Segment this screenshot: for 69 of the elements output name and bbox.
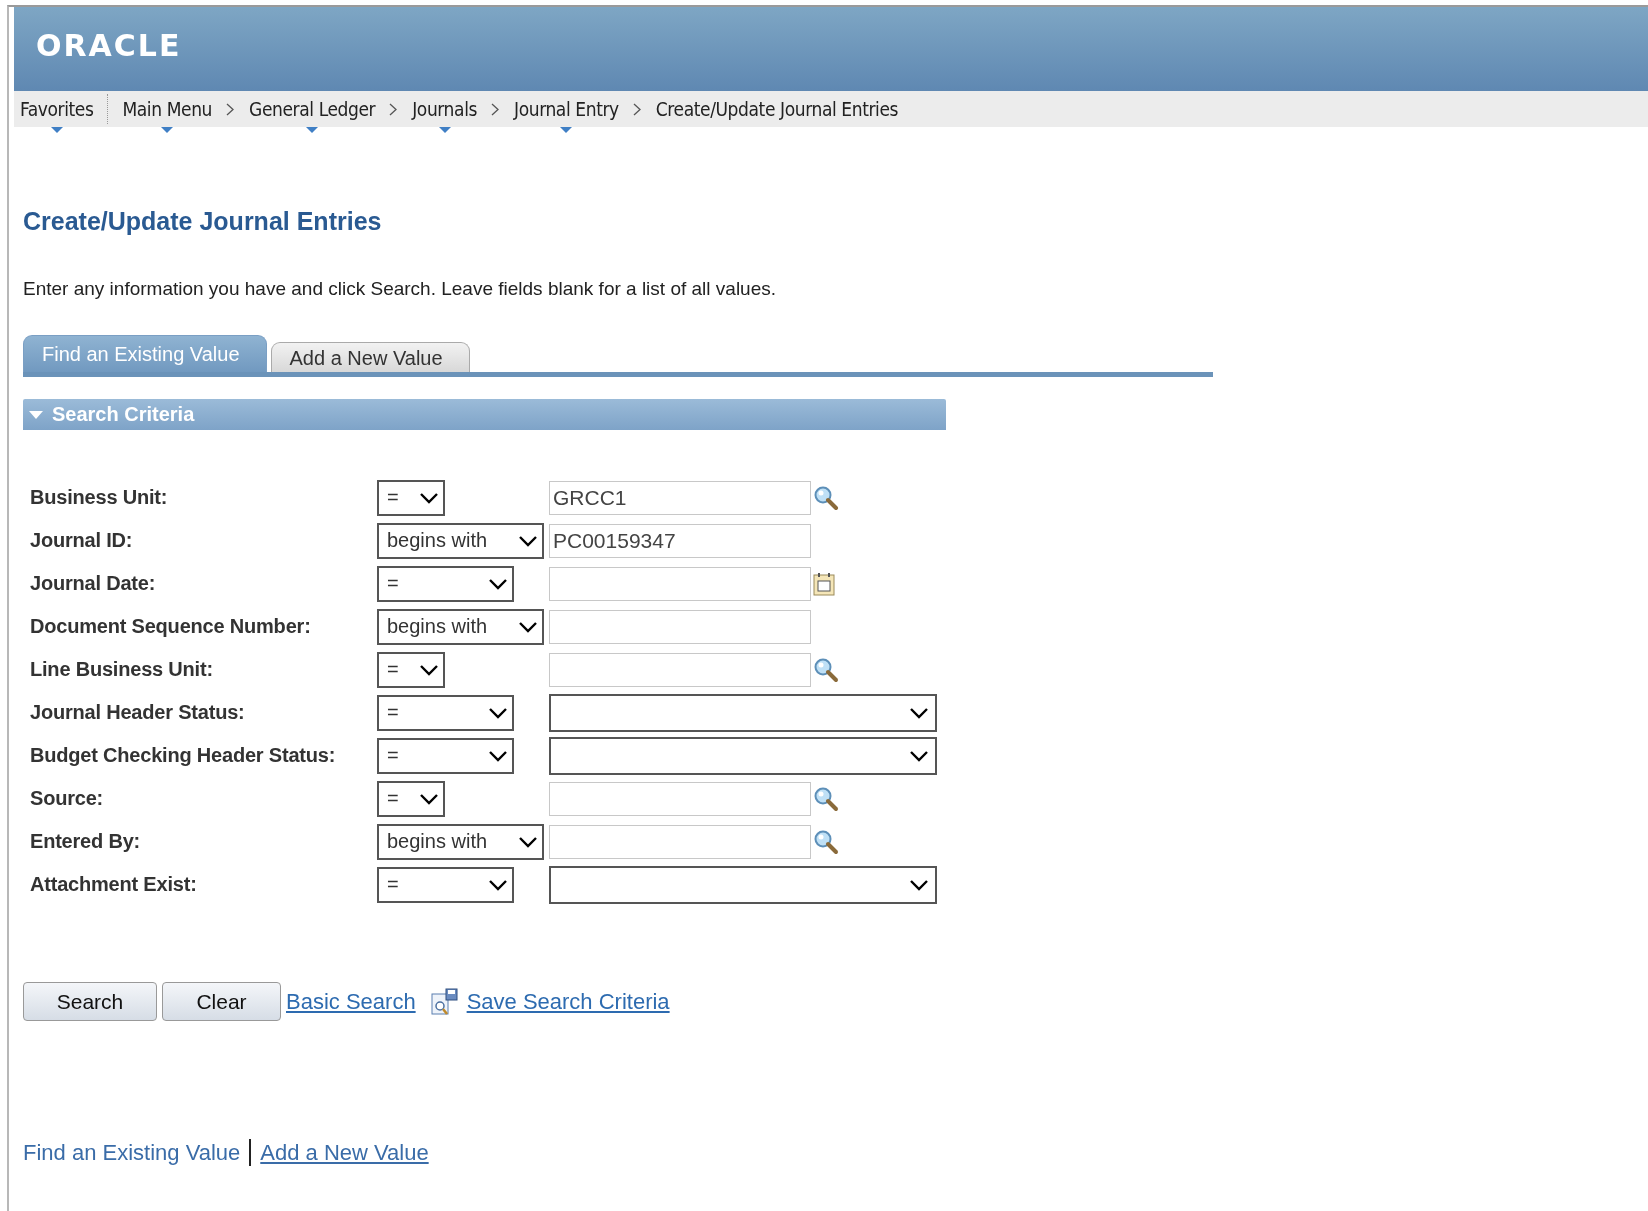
field-label: Attachment Exist:	[30, 873, 197, 896]
caret-icon	[419, 491, 439, 504]
operator-dropdown[interactable]: =	[377, 780, 445, 817]
page-title: Create/Update Journal Entries	[23, 207, 383, 236]
operator-dropdown[interactable]: begins with	[377, 823, 544, 860]
field-label: Business Unit:	[30, 486, 168, 509]
value-dropdown[interactable]	[549, 693, 937, 732]
input-field[interactable]: PC00159347	[549, 523, 811, 558]
caret-icon	[419, 663, 439, 676]
caret-icon	[488, 706, 508, 719]
breadcrumb-link[interactable]: Favorites	[20, 97, 94, 121]
search-icon[interactable]	[813, 656, 839, 683]
breadcrumb-link[interactable]: General Ledger	[249, 97, 376, 121]
breadcrumb-link[interactable]: Journal Entry	[514, 97, 619, 121]
tab[interactable]: Add a New Value	[270, 342, 470, 372]
input-field[interactable]	[549, 781, 811, 816]
breadcrumb-link[interactable]: Create/Update Journal Entries	[655, 97, 899, 121]
caret-icon	[518, 620, 538, 633]
input-field[interactable]	[549, 652, 811, 687]
chevron-icon	[389, 102, 399, 116]
value-dropdown[interactable]	[549, 736, 937, 775]
field-label: Document Sequence Number:	[30, 615, 311, 638]
search-icon[interactable]	[813, 828, 839, 855]
caret-icon	[909, 878, 929, 891]
operator-dropdown[interactable]: =	[377, 565, 514, 602]
operator-dropdown[interactable]: =	[377, 651, 445, 688]
action-button[interactable]: Search	[23, 982, 157, 1021]
calendar-icon[interactable]	[813, 571, 835, 596]
instructions-text: Enter any information you have and click Search. Leave fields blank for a list of all values.	[23, 278, 777, 300]
oracle-logo: ORACLE	[36, 27, 182, 63]
link[interactable]: Save Search Criteria	[466, 988, 670, 1015]
chevron-icon	[632, 102, 642, 116]
caret-icon	[488, 749, 508, 762]
field-label: Source:	[30, 787, 104, 810]
caret-icon	[488, 577, 508, 590]
field-label: Journal Header Status:	[30, 701, 245, 724]
value-dropdown[interactable]	[549, 865, 937, 904]
link[interactable]: Basic Search	[286, 988, 416, 1015]
field-label: Journal ID:	[30, 529, 133, 552]
add-value-link[interactable]: Add a New Value	[260, 1139, 429, 1166]
operator-dropdown[interactable]: =	[377, 737, 514, 774]
search-icon[interactable]	[813, 484, 839, 511]
caret-icon	[488, 878, 508, 891]
field-label: Entered By:	[30, 830, 141, 853]
operator-dropdown[interactable]: =	[377, 479, 445, 516]
field-label: Line Business Unit:	[30, 658, 213, 681]
chevron-icon	[491, 102, 500, 116]
breadcrumb-link[interactable]: Main Menu	[122, 97, 213, 121]
collapse-icon	[29, 410, 43, 419]
caret-icon	[909, 749, 929, 762]
field-label: Budget Checking Header Status:	[30, 744, 336, 767]
field-label: Journal Date:	[30, 572, 156, 595]
breadcrumb-link[interactable]: Journals	[412, 97, 477, 121]
input-field[interactable]	[549, 824, 811, 859]
input-field[interactable]	[549, 609, 811, 644]
chevron-icon	[226, 102, 236, 116]
input-field[interactable]	[549, 566, 811, 601]
operator-dropdown[interactable]: begins with	[377, 522, 544, 559]
caret-icon	[419, 792, 439, 805]
caret-icon	[909, 706, 929, 719]
input-field[interactable]: GRCC1	[549, 480, 811, 515]
caret-icon	[518, 835, 538, 848]
caret-icon	[518, 534, 538, 547]
operator-dropdown[interactable]: =	[377, 866, 514, 903]
operator-dropdown[interactable]: =	[377, 694, 514, 731]
search-icon[interactable]	[813, 785, 839, 812]
action-button[interactable]: Clear	[162, 982, 281, 1021]
current-page-label: Find an Existing Value	[23, 1139, 241, 1166]
operator-dropdown[interactable]: begins with	[377, 608, 544, 645]
